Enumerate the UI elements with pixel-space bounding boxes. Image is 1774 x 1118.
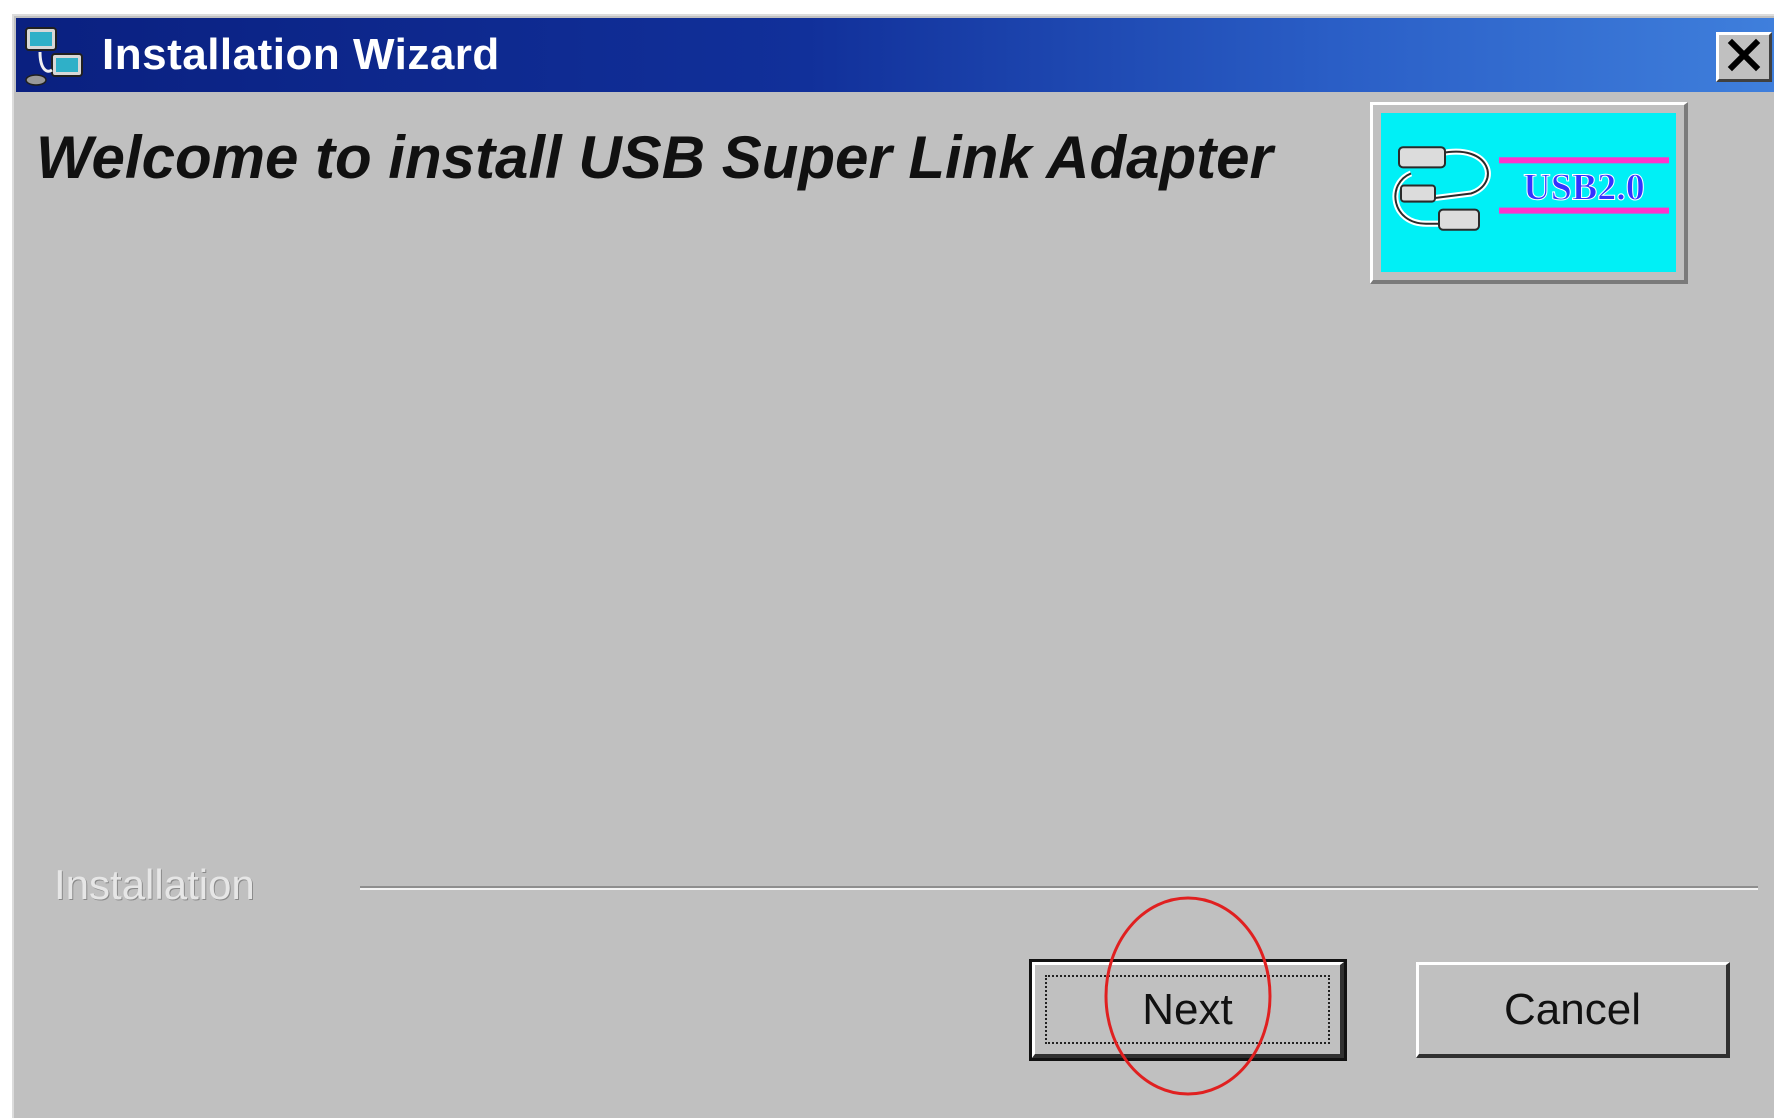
cancel-button-label: Cancel — [1504, 984, 1641, 1034]
usb-logo-panel: USB2.0 — [1370, 102, 1688, 284]
title-bar[interactable]: Installation Wizard — [16, 18, 1774, 92]
next-button[interactable]: Next — [1029, 959, 1347, 1061]
close-button[interactable] — [1716, 32, 1772, 82]
welcome-heading: Welcome to install USB Super Link Adapte… — [36, 124, 1273, 191]
usb-logo: USB2.0 — [1381, 113, 1676, 272]
usb-cable-icon — [1392, 146, 1491, 231]
installer-computers-icon — [22, 24, 86, 88]
installation-section-label: Installation — [54, 861, 255, 908]
close-icon — [1726, 37, 1762, 78]
cancel-button[interactable]: Cancel — [1416, 962, 1730, 1058]
window-title: Installation Wizard — [102, 30, 500, 79]
focus-ring — [1045, 975, 1330, 1044]
installation-wizard-window: Installation Wizard Welcome to install U… — [12, 14, 1774, 1118]
usb-logo-text: USB2.0 — [1523, 166, 1644, 208]
separator-line — [360, 886, 1758, 890]
